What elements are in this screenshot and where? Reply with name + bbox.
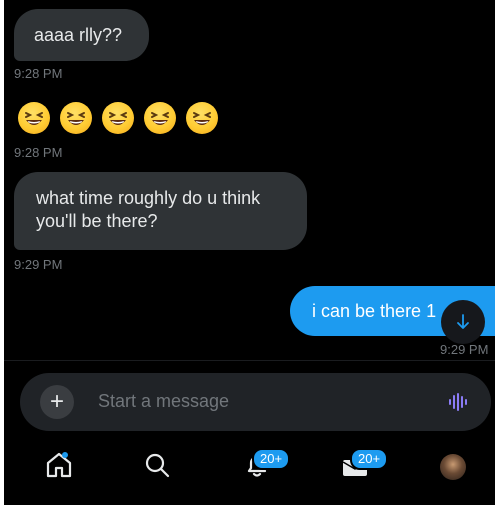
message-text-line: what time roughly do u think (36, 188, 261, 208)
add-attachment-button[interactable]: + (40, 385, 74, 419)
message-timestamp: 9:28 PM (14, 145, 63, 160)
message-count-badge: 20+ (350, 448, 389, 470)
message-text-line: you'll be there? (36, 211, 158, 231)
nav-search[interactable] (142, 450, 172, 485)
nav-notifications[interactable]: 20+ (242, 448, 291, 485)
message-timestamp: 9:29 PM (440, 342, 489, 357)
dm-conversation-screen: aaaa rlly?? 9:28 PM 9:28 PM what time ro… (4, 0, 495, 505)
scroll-to-bottom-button[interactable] (441, 300, 485, 344)
grinning-squinting-face-icon (18, 102, 50, 134)
search-icon (145, 453, 170, 478)
notification-count-badge: 20+ (252, 448, 291, 470)
message-composer[interactable]: + Start a message (20, 373, 491, 431)
grinning-squinting-face-icon (102, 102, 134, 134)
incoming-message-bubble[interactable]: what time roughly do u think you'll be t… (14, 172, 307, 250)
message-text: i can be there 1 (312, 301, 437, 321)
message-text: aaaa rlly?? (34, 25, 123, 45)
nav-messages[interactable]: 20+ (340, 448, 389, 485)
message-timestamp: 9:28 PM (14, 66, 63, 81)
incoming-message-bubble[interactable]: aaaa rlly?? (14, 9, 149, 61)
profile-avatar (440, 454, 466, 480)
message-timestamp: 9:29 PM (14, 257, 63, 272)
grinning-squinting-face-icon (186, 102, 218, 134)
nav-profile[interactable] (440, 454, 466, 480)
plus-icon: + (49, 388, 64, 415)
voice-waveform-icon[interactable] (448, 392, 470, 412)
grinning-squinting-face-icon (144, 102, 176, 134)
grinning-squinting-face-icon (60, 102, 92, 134)
bottom-navigation: 20+ 20+ (4, 440, 495, 500)
nav-home[interactable] (44, 450, 74, 485)
message-input[interactable]: Start a message (98, 391, 229, 412)
emoji-message[interactable] (18, 102, 218, 134)
divider (4, 360, 495, 361)
home-icon (46, 452, 72, 478)
arrow-down-icon (457, 314, 469, 329)
